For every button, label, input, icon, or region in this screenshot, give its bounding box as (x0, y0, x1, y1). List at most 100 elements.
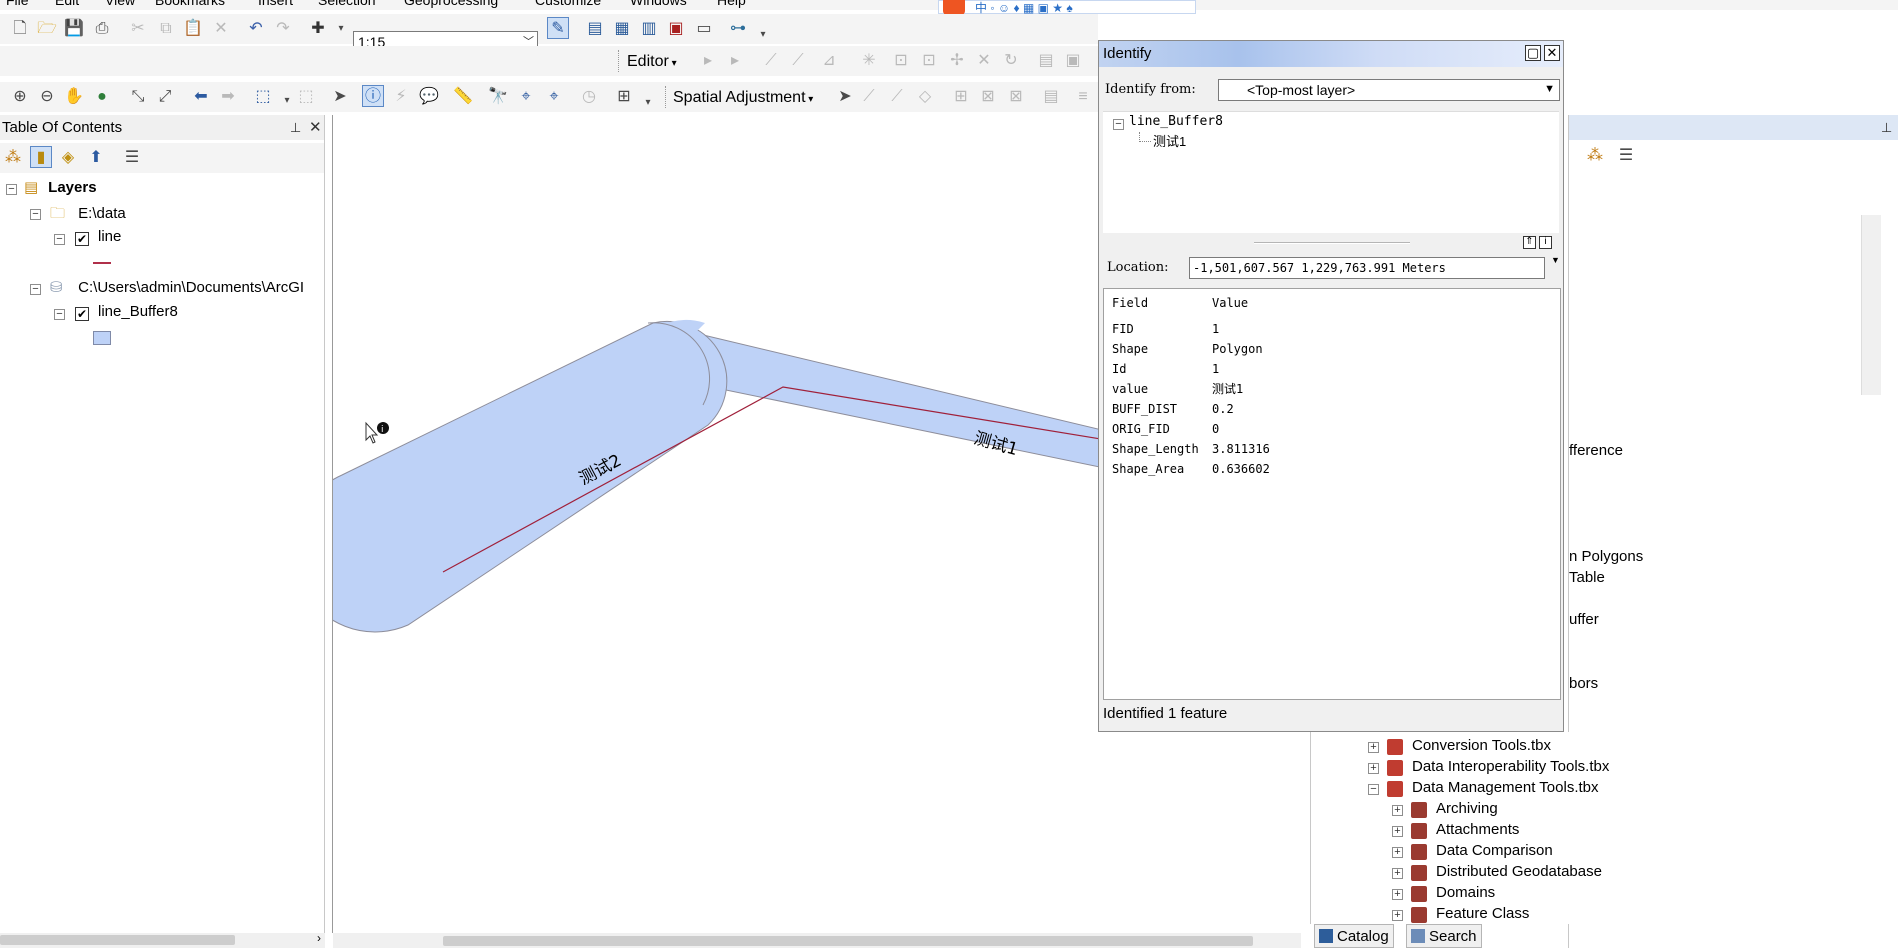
full-extent-icon[interactable]: ● (91, 86, 113, 108)
toolset-attachments[interactable]: Attachments (1436, 821, 1519, 838)
cut-polygons-icon[interactable]: ✢ (946, 50, 968, 72)
toolset-archiving[interactable]: Archiving (1436, 800, 1498, 817)
catalog-partial-item-3[interactable]: Table (1569, 569, 1605, 586)
buffer-layer-label[interactable]: line_Buffer8 (98, 303, 178, 320)
clear-limited-adjustment-icon[interactable]: ⊠ (1005, 86, 1027, 108)
catalog-partial-item-2[interactable]: n Polygons (1569, 548, 1643, 565)
toolbar-options-icon[interactable]: ▾ (752, 24, 774, 46)
time-slider-icon[interactable]: ◷ (578, 86, 600, 108)
catalog-icon[interactable]: ▦ (611, 18, 633, 40)
editor-menu[interactable]: Editor ▾ (627, 53, 677, 71)
maximize-icon[interactable]: ▢ (1525, 45, 1541, 61)
toc-horizontal-scrollbar[interactable]: › (0, 931, 325, 948)
toc-options-icon[interactable]: ☰ (121, 147, 143, 169)
result-layer[interactable]: line_Buffer8 (1129, 114, 1223, 129)
print-icon[interactable]: ⎙ (91, 18, 113, 40)
edit-annotation-icon[interactable]: ▸ (724, 50, 746, 72)
fixed-zoom-in-icon[interactable]: ⤡ (127, 86, 149, 108)
map-horizontal-scrollbar[interactable] (333, 933, 1301, 948)
find-route-icon[interactable]: ⌖ (515, 86, 537, 108)
back-extent-icon[interactable]: ⬅ (190, 86, 212, 108)
clear-selection-icon[interactable]: ⬚ (295, 86, 317, 108)
menu-geoprocessing[interactable]: Geoprocessing (404, 0, 498, 8)
expand-conversion-icon[interactable]: + (1368, 742, 1379, 753)
info-icon[interactable]: i (1539, 236, 1552, 249)
collapse-line-layer-icon[interactable]: − (54, 234, 65, 245)
buffer-layer-checkbox[interactable]: ✔ (75, 307, 89, 321)
collapse-data-management-icon[interactable]: − (1368, 784, 1379, 795)
menu-insert[interactable]: Insert (258, 0, 293, 8)
reshape-icon[interactable]: ⊡ (918, 50, 940, 72)
delete-icon[interactable]: ✕ (210, 18, 232, 40)
collapse-up-icon[interactable]: ⇑ (1523, 236, 1536, 249)
view-link-table-icon[interactable]: ▤ (1040, 86, 1062, 108)
attribute-transfer-icon[interactable]: ≡ (1072, 86, 1094, 108)
menu-file[interactable]: File (6, 0, 29, 8)
menu-customize[interactable]: Customize (535, 0, 601, 8)
expand-data-interop-icon[interactable]: + (1368, 763, 1379, 774)
forward-extent-icon[interactable]: ➡ (217, 86, 239, 108)
layers-dataframe[interactable]: ▤ Layers (24, 178, 97, 196)
ime-toolbar[interactable]: 中 ◦ ☺ ♦ ▦ ▣ ★ ♠ (938, 0, 1196, 15)
menu-view[interactable]: View (105, 0, 135, 8)
html-popup-icon[interactable]: 💬 (418, 86, 440, 108)
identify-close-icon[interactable]: ✕ (1544, 45, 1560, 61)
menu-selection[interactable]: Selection (318, 0, 376, 8)
new-displacement-link-icon[interactable]: ⟋ (858, 86, 880, 108)
collapse-folder2-icon[interactable]: − (30, 284, 41, 295)
table-icon[interactable]: ▤ (584, 18, 606, 40)
new-identity-link-icon[interactable]: ⊞ (950, 86, 972, 108)
trace-icon[interactable]: ⊿ (818, 50, 840, 72)
arctoolbox-icon[interactable]: ▣ (665, 18, 687, 40)
add-data-dropdown-icon[interactable]: ▾ (330, 18, 352, 40)
expand-attachments-icon[interactable]: + (1392, 826, 1403, 837)
go-to-xy-icon[interactable]: ⌖ (543, 86, 565, 108)
modify-link-icon[interactable]: ⟋ (886, 86, 908, 108)
location-menu-icon[interactable]: ▼ (1551, 255, 1560, 265)
undo-icon[interactable]: ↶ (245, 18, 267, 40)
expand-domains-icon[interactable]: + (1392, 889, 1403, 900)
identify-icon[interactable]: ⓘ (362, 85, 384, 107)
menu-windows[interactable]: Windows (630, 0, 687, 8)
folder-e-data[interactable]: 🗀 E:\data (50, 203, 126, 228)
line-layer-checkbox[interactable]: ✔ (75, 232, 89, 246)
expand-feature-class-icon[interactable]: + (1392, 910, 1403, 921)
buffer-polygon-2[interactable] (292, 320, 728, 633)
result-feature[interactable]: 测试1 (1153, 131, 1186, 150)
search-window-icon[interactable]: ▥ (638, 18, 660, 40)
toolbox-conversion[interactable]: Conversion Tools.tbx (1412, 737, 1551, 754)
scroll-right-icon[interactable]: › (317, 931, 321, 945)
menu-help[interactable]: Help (717, 0, 746, 8)
catalog-partial-item-1[interactable]: fference (1569, 442, 1623, 459)
multi-displacement-icon[interactable]: ◇ (914, 86, 936, 108)
attributes-icon[interactable]: ▤ (1035, 50, 1057, 72)
tab-catalog[interactable]: Catalog (1314, 924, 1394, 948)
list-by-drawing-order-icon[interactable]: ⁂ (2, 147, 24, 169)
catalog-vertical-scrollbar[interactable] (1861, 215, 1881, 395)
folder-documents[interactable]: ⛁ C:\Users\admin\Documents\ArcGI (50, 278, 320, 296)
add-data-icon[interactable]: ✚ (307, 18, 329, 40)
measure-icon[interactable]: 📏 (452, 86, 474, 108)
create-viewer-icon[interactable]: ⊞ (613, 86, 635, 108)
expand-archiving-icon[interactable]: + (1392, 805, 1403, 816)
select-elements-icon-2[interactable]: ➤ (834, 86, 856, 108)
toolset-data-comparison[interactable]: Data Comparison (1436, 842, 1553, 859)
splitter[interactable] (1254, 242, 1410, 244)
zoom-out-icon[interactable]: ⊖ (36, 86, 58, 108)
split-icon[interactable]: ✕ (973, 50, 995, 72)
list-by-visibility-icon[interactable]: ◈ (57, 147, 79, 169)
polygon-symbol[interactable] (93, 331, 111, 345)
line-symbol[interactable] (93, 262, 111, 264)
collapse-result-icon[interactable]: − (1113, 119, 1124, 130)
sketch-properties-icon[interactable]: ▣ (1062, 50, 1084, 72)
toc-scroll-thumb[interactable] (0, 935, 235, 945)
toolbox-data-interoperability[interactable]: Data Interoperability Tools.tbx (1412, 758, 1609, 775)
straight-segment-icon[interactable]: ⟋ (760, 50, 782, 72)
catalog-partial-item-5[interactable]: bors (1569, 675, 1598, 692)
catalog-pin-icon[interactable]: ⊥ (1881, 115, 1892, 140)
select-elements-icon[interactable]: ➤ (329, 86, 351, 108)
find-icon[interactable]: 🔭 (487, 86, 509, 108)
location-field[interactable]: -1,501,607.567 1,229,763.991 Meters (1189, 257, 1545, 279)
catalog-options-icon[interactable]: ☰ (1615, 145, 1637, 167)
point-icon[interactable]: ✳ (858, 50, 880, 72)
